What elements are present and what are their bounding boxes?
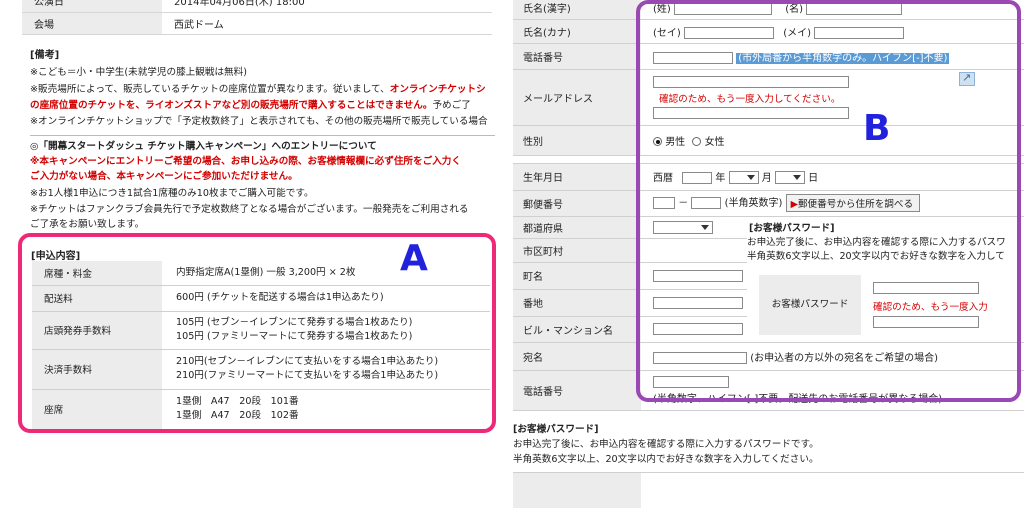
note-warning: オンラインチケットシ: [389, 84, 486, 95]
field-label: 性別: [513, 125, 641, 156]
highlight-frame-b: [636, 0, 1021, 402]
password-section-line: 半角英数6文字以上、20文字以内でお好きな数字を入力してください。: [513, 454, 819, 465]
row-label: 会場: [22, 12, 162, 35]
field-label: メールアドレス: [513, 69, 641, 126]
field-label: 番地: [513, 289, 641, 317]
row-value: 2014年04月06日(木) 18:00: [162, 0, 492, 13]
note-line: の座席位置のチケットを、ライオンズストアなど別の販売場所で購入することはできませ…: [30, 99, 471, 113]
table-row: 公演日 2014年04月06日(木) 18:00: [22, 0, 492, 13]
note-line: ※販売場所によって、販売しているチケットの座席位置が異なります。従いまして、オン…: [30, 83, 486, 97]
password-section-heading: [お客様パスワード]: [513, 424, 599, 435]
field-label: ビル・マンション名: [513, 316, 641, 343]
divider: [30, 135, 495, 136]
table-row: 会場 西武ドーム: [22, 12, 492, 35]
field-label: 市区町村: [513, 238, 641, 263]
note-line: ※オンラインチケットショップで「予定枚数終了」と表示されても、その他の販売場所で…: [30, 116, 488, 127]
spacer: [513, 155, 641, 164]
campaign-warning: ご入力がない場合、本キャンペーンにご参加いただけません。: [30, 171, 298, 182]
campaign-note: ※お1人様1申込につき1試合1席種のみ10枚までご購入可能です。: [30, 188, 314, 199]
field-label: 生年月日: [513, 163, 641, 191]
field-label: 氏名(漢字): [513, 0, 641, 20]
note-text: ※販売場所によって、販売しているチケットの座席位置が異なります。従いまして、: [30, 84, 390, 95]
event-info-table: 公演日 2014年04月06日(木) 18:00 会場 西武ドーム: [22, 0, 492, 35]
campaign-warning: ※本キャンペーンにエントリーご希望の場合、お申し込みの際、お客様情報欄に必ず住所…: [30, 156, 461, 167]
next-row-label: [513, 473, 641, 508]
field-label: 町名: [513, 262, 641, 290]
field-label: 宛名: [513, 342, 641, 371]
field-label: 氏名(カナ): [513, 19, 641, 44]
campaign-heading: ◎「開幕スタートダッシュ チケット購入キャンペーン」へのエントリーについて: [30, 141, 377, 152]
customer-form-panel: 氏名(漢字) (姓) (名) 氏名(カナ) (セイ) (メイ) 電話番号 (市外…: [510, 0, 1024, 508]
row-value: 西武ドーム: [162, 12, 492, 35]
campaign-note: ご了承をお願い致します。: [30, 219, 145, 230]
marker-a: A: [400, 238, 428, 279]
row-label: 公演日: [22, 0, 162, 13]
password-section-line: お申込完了後に、お申込内容を確認する際に入力するパスワードです。: [513, 439, 819, 450]
field-label: 電話番号: [513, 43, 641, 70]
note-warning: の座席位置のチケットを、ライオンズストアなど別の販売場所で購入することはできませ…: [30, 100, 433, 111]
notes-heading: [備考]: [30, 50, 60, 61]
field-label: 都道府県: [513, 216, 641, 239]
note-line: ※こども＝小・中学生(未就学児の膝上観戦は無料): [30, 67, 247, 78]
note-text: 予めご了: [432, 100, 471, 111]
field-label: 郵便番号: [513, 190, 641, 217]
ticket-order-panel: 公演日 2014年04月06日(木) 18:00 会場 西武ドーム [備考] ※…: [0, 0, 497, 438]
marker-b: B: [863, 108, 891, 149]
field-label: 電話番号: [513, 370, 641, 411]
campaign-note: ※チケットはファンクラブ会員先行で予定枚数終了となる場合がございます。一般発売を…: [30, 204, 469, 215]
